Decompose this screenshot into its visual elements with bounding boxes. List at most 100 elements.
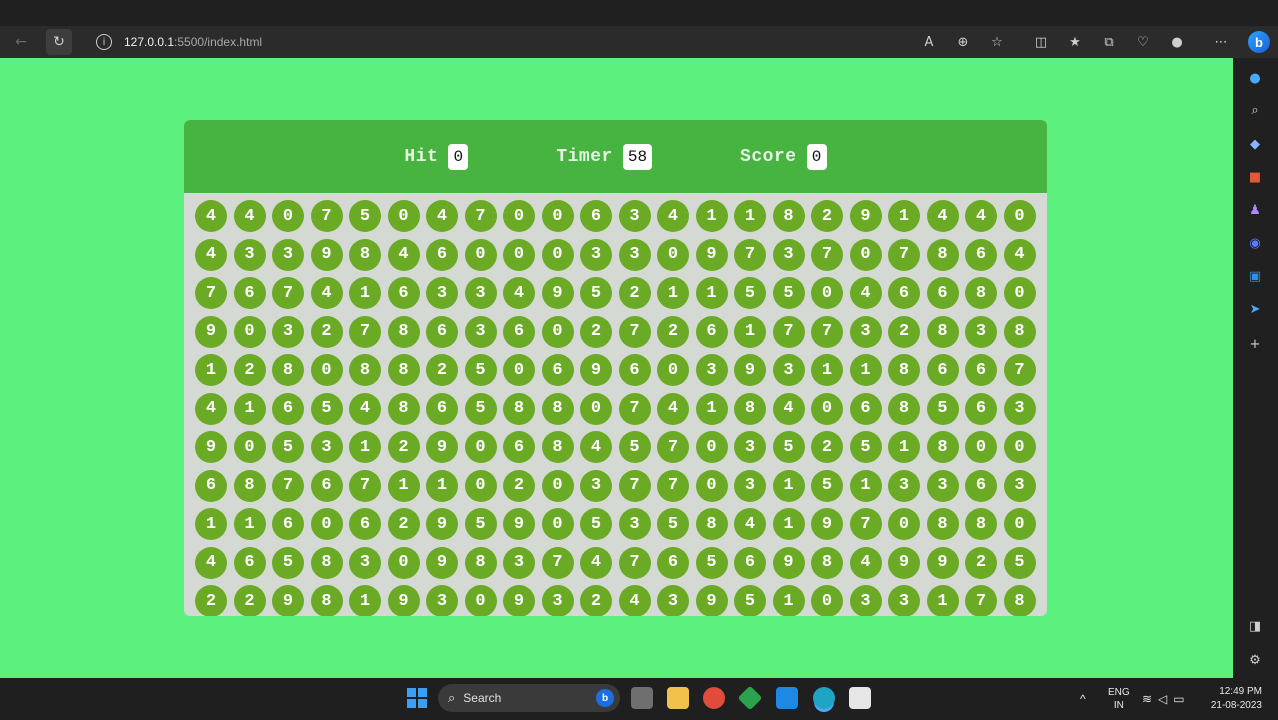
favorite-star-icon[interactable]: ☆ [984, 29, 1010, 55]
number-bubble[interactable]: 3 [888, 469, 920, 502]
number-bubble[interactable]: 1 [772, 585, 805, 616]
number-bubble[interactable]: 8 [888, 354, 920, 386]
number-bubble[interactable]: 8 [349, 354, 381, 386]
number-bubble[interactable]: 7 [888, 238, 920, 271]
number-bubble[interactable]: 8 [503, 392, 535, 425]
number-bubble[interactable]: 3 [926, 469, 959, 502]
number-bubble[interactable]: 9 [772, 546, 805, 579]
shopping-tag-icon[interactable]: ◆ [1245, 134, 1265, 154]
number-bubble[interactable]: 3 [426, 585, 458, 616]
number-bubble[interactable]: 7 [272, 277, 304, 309]
network-volume-battery-icons[interactable]: ≋◁▭ [1142, 678, 1191, 720]
number-bubble[interactable]: 2 [195, 585, 227, 616]
number-bubble[interactable]: 0 [233, 315, 266, 348]
number-bubble[interactable]: 9 [849, 200, 882, 232]
number-bubble[interactable]: 8 [926, 238, 959, 271]
number-bubble[interactable]: 0 [695, 469, 728, 502]
number-bubble[interactable]: 4 [426, 200, 458, 232]
number-bubble[interactable]: 6 [426, 315, 458, 348]
site-info-icon[interactable]: i [96, 34, 112, 50]
number-bubble[interactable]: 4 [580, 431, 612, 463]
number-bubble[interactable]: 3 [657, 585, 689, 616]
number-bubble[interactable]: 5 [1003, 546, 1036, 579]
number-bubble[interactable]: 3 [426, 277, 458, 309]
number-bubble[interactable]: 3 [1003, 469, 1036, 502]
more-menu-icon[interactable]: ⋯ [1208, 29, 1234, 55]
number-bubble[interactable]: 0 [310, 354, 343, 386]
number-bubble[interactable]: 6 [734, 546, 766, 579]
number-bubble[interactable]: 4 [349, 392, 381, 425]
number-bubble[interactable]: 1 [849, 469, 882, 502]
number-bubble[interactable]: 6 [233, 546, 266, 579]
number-bubble[interactable]: 1 [772, 469, 805, 502]
number-bubble[interactable]: 8 [541, 431, 574, 463]
number-bubble[interactable]: 7 [618, 392, 651, 425]
number-bubble[interactable]: 1 [426, 469, 458, 502]
number-bubble[interactable]: 6 [695, 315, 728, 348]
file-explorer-icon[interactable] [667, 687, 689, 709]
number-bubble[interactable]: 7 [657, 431, 689, 463]
address-bar[interactable]: i 127.0.0.1:5500/index.html [86, 29, 886, 55]
number-bubble[interactable]: 9 [888, 546, 920, 579]
number-bubble[interactable]: 5 [580, 508, 612, 540]
number-bubble[interactable]: 9 [310, 238, 343, 271]
number-bubble[interactable]: 8 [310, 585, 343, 616]
number-bubble[interactable]: 3 [618, 238, 651, 271]
number-bubble[interactable]: 4 [965, 200, 997, 232]
number-bubble[interactable]: 5 [772, 277, 805, 309]
settings-gear-icon[interactable]: ⚙ [1245, 650, 1265, 670]
number-bubble[interactable]: 2 [426, 354, 458, 386]
number-bubble[interactable]: 3 [541, 585, 574, 616]
number-bubble[interactable]: 0 [464, 238, 497, 271]
back-arrow-icon[interactable]: ← [8, 29, 34, 55]
edge-icon[interactable] [813, 687, 835, 709]
number-bubble[interactable]: 4 [849, 546, 882, 579]
language-indicator[interactable]: ENG IN [1108, 678, 1130, 720]
number-bubble[interactable]: 0 [272, 200, 304, 232]
number-bubble[interactable]: 0 [387, 546, 420, 579]
number-bubble[interactable]: 6 [503, 315, 535, 348]
number-bubble[interactable]: 3 [849, 585, 882, 616]
taskbar-search-box[interactable]: ⌕ Search b [438, 684, 620, 712]
number-bubble[interactable]: 4 [734, 508, 766, 540]
number-bubble[interactable]: 5 [580, 277, 612, 309]
number-bubble[interactable]: 7 [349, 469, 381, 502]
number-bubble[interactable]: 5 [772, 431, 805, 463]
refresh-icon[interactable]: ↻ [46, 29, 72, 55]
number-bubble[interactable]: 6 [965, 354, 997, 386]
number-bubble[interactable]: 0 [310, 508, 343, 540]
number-bubble[interactable]: 5 [734, 277, 766, 309]
number-bubble[interactable]: 6 [233, 277, 266, 309]
number-bubble[interactable]: 7 [849, 508, 882, 540]
number-bubble[interactable]: 3 [618, 508, 651, 540]
number-bubble[interactable]: 3 [233, 238, 266, 271]
number-bubble[interactable]: 3 [772, 354, 805, 386]
number-bubble[interactable]: 5 [657, 508, 689, 540]
number-bubble[interactable]: 9 [426, 546, 458, 579]
number-bubble[interactable]: 3 [849, 315, 882, 348]
number-bubble[interactable]: 7 [811, 238, 843, 271]
number-bubble[interactable]: 1 [772, 508, 805, 540]
number-bubble[interactable]: 2 [310, 315, 343, 348]
number-bubble[interactable]: 3 [580, 469, 612, 502]
number-bubble[interactable]: 1 [349, 431, 381, 463]
number-bubble[interactable]: 1 [233, 392, 266, 425]
clock[interactable]: 12:49 PM 21-08-2023 [1208, 678, 1262, 720]
number-bubble[interactable]: 7 [464, 200, 497, 232]
office-icon[interactable]: ◉ [1245, 233, 1265, 253]
number-bubble[interactable]: 1 [849, 354, 882, 386]
number-bubble[interactable]: 4 [926, 200, 959, 232]
number-bubble[interactable]: 0 [965, 431, 997, 463]
snipping-tool-icon[interactable] [849, 687, 871, 709]
collections-icon[interactable]: ⧉ [1096, 29, 1122, 55]
number-bubble[interactable]: 1 [195, 354, 227, 386]
windows-start-icon[interactable] [407, 688, 427, 708]
number-bubble[interactable]: 0 [541, 315, 574, 348]
number-bubble[interactable]: 8 [888, 392, 920, 425]
number-bubble[interactable]: 8 [965, 277, 997, 309]
number-bubble[interactable]: 4 [233, 200, 266, 232]
number-bubble[interactable]: 2 [233, 585, 266, 616]
number-bubble[interactable]: 3 [272, 238, 304, 271]
number-bubble[interactable]: 4 [195, 546, 227, 579]
number-bubble[interactable]: 0 [1003, 508, 1036, 540]
